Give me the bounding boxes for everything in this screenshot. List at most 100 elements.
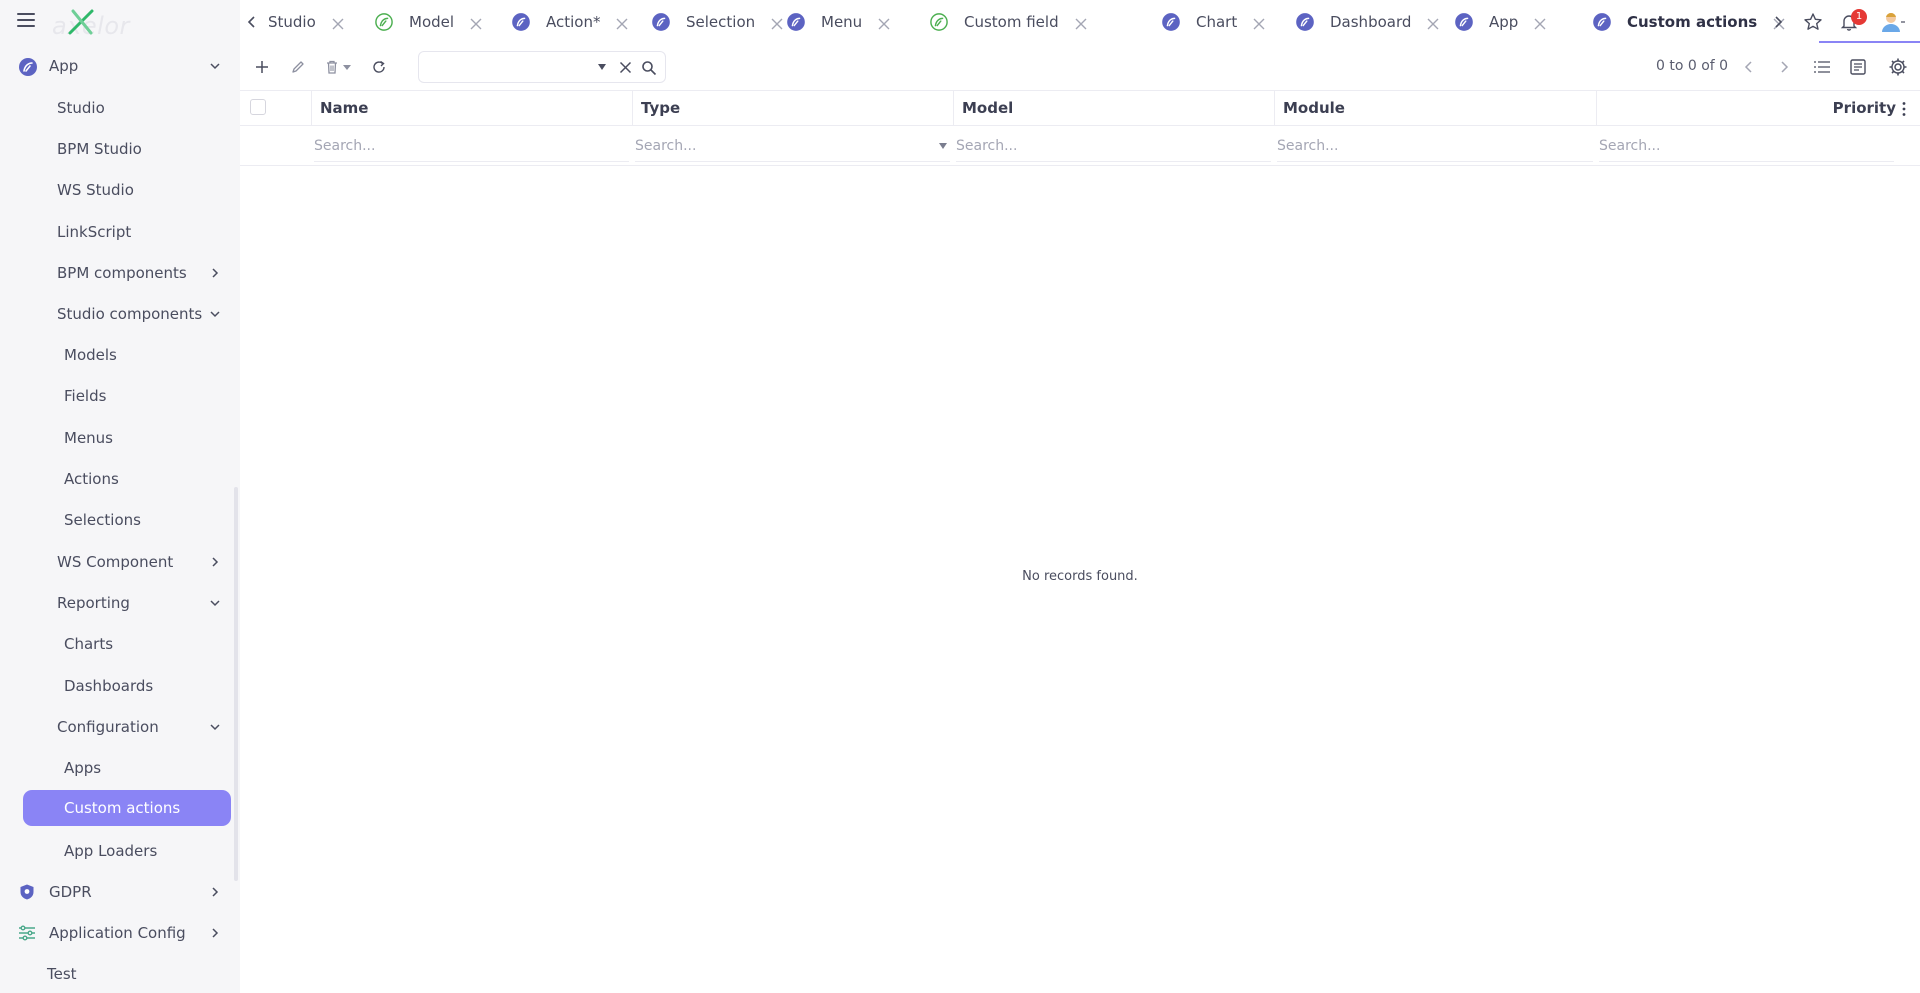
app-logo-icon (1296, 13, 1314, 31)
chevron-down-icon[interactable] (208, 596, 222, 610)
close-icon[interactable] (1253, 16, 1265, 30)
list-view-icon (1814, 61, 1830, 73)
tab-dashboard[interactable]: Dashboard (1296, 0, 1439, 44)
chevron-right-icon[interactable] (208, 555, 222, 569)
select-all-checkbox[interactable] (250, 99, 266, 115)
tab-studio[interactable]: Studio (268, 0, 344, 44)
chevron-down-icon[interactable] (208, 59, 222, 73)
sidebar-item-label: BPM Studio (57, 140, 142, 158)
sidebar-item-models[interactable]: Models (0, 337, 232, 373)
chevron-down-icon[interactable] (208, 307, 222, 321)
sidebar-item-menus[interactable]: Menus (0, 420, 232, 456)
chevron-right-icon[interactable] (208, 266, 222, 280)
column-header-module[interactable]: Module (1275, 91, 1597, 125)
close-icon[interactable] (1427, 16, 1439, 30)
brand-logo[interactable]: axelor (52, 6, 142, 40)
column-header-name[interactable]: Name (312, 91, 633, 125)
sidebar-item-studio-components[interactable]: Studio components (0, 296, 232, 332)
sidebar-item-test[interactable]: Test (0, 956, 232, 992)
settings-button[interactable] (1886, 55, 1910, 79)
tab-chart[interactable]: Chart (1162, 0, 1265, 44)
sidebar-item-application-config[interactable]: Application Config (0, 915, 232, 951)
favorites-star-icon[interactable] (1801, 10, 1825, 34)
next-page-button[interactable] (1772, 55, 1796, 79)
search-input[interactable] (427, 56, 587, 78)
close-icon[interactable] (1075, 16, 1087, 30)
sidebar-item-selections[interactable]: Selections (0, 502, 232, 538)
tabs-scroll-left-icon[interactable] (240, 10, 264, 34)
chevron-right-icon[interactable] (208, 885, 222, 899)
model-filter-input[interactable] (956, 130, 1271, 162)
sidebar-item-app-loaders[interactable]: App Loaders (0, 833, 232, 869)
tab-action[interactable]: Action* (512, 0, 628, 44)
sidebar-item-bpm-components[interactable]: BPM components (0, 255, 232, 291)
grid-header: Name Type Model Module Priority (240, 90, 1920, 126)
refresh-button[interactable] (367, 55, 391, 79)
tab-label: App (1489, 13, 1519, 31)
delete-dropdown-button[interactable] (340, 55, 354, 79)
new-record-button[interactable] (250, 55, 274, 79)
search-box (418, 51, 666, 83)
module-filter-input[interactable] (1277, 130, 1593, 162)
form-view-button[interactable] (1846, 55, 1870, 79)
sidebar-item-label: LinkScript (57, 223, 132, 241)
tab-app[interactable]: App (1455, 0, 1546, 44)
sidebar-item-charts[interactable]: Charts (0, 626, 232, 662)
sidebar-item-apps[interactable]: Apps (0, 750, 232, 786)
column-header-model[interactable]: Model (954, 91, 1275, 125)
tab-custom-actions[interactable]: Custom actions (1593, 0, 1785, 44)
plus-icon (256, 61, 268, 73)
column-header-priority[interactable]: Priority (1597, 91, 1920, 125)
search-filter-dropdown-icon[interactable] (597, 63, 607, 71)
filter-cell-name (314, 130, 629, 162)
type-filter-input[interactable] (635, 130, 950, 162)
type-filter-dropdown-icon[interactable] (938, 142, 948, 150)
close-icon[interactable] (332, 16, 344, 30)
sidebar-item-custom-actions[interactable]: Custom actions (23, 790, 231, 826)
priority-filter-input[interactable] (1599, 130, 1894, 162)
edit-record-button[interactable] (286, 55, 310, 79)
sliders-icon (18, 924, 36, 942)
list-view-button[interactable] (1810, 55, 1834, 79)
tab-selection[interactable]: Selection (652, 0, 783, 44)
tab-custom-field[interactable]: Custom field (930, 0, 1087, 44)
tab-model[interactable]: Model (375, 0, 482, 44)
sidebar-item-app[interactable]: App (0, 48, 232, 84)
name-filter-input[interactable] (314, 130, 629, 162)
filter-cell-model (956, 130, 1271, 162)
chevron-right-icon[interactable] (208, 926, 222, 940)
sidebar-item-actions[interactable]: Actions (0, 461, 232, 497)
sidebar-item-ws-studio[interactable]: WS Studio (0, 172, 232, 208)
sidebar-item-configuration[interactable]: Configuration (0, 709, 232, 745)
close-icon[interactable] (616, 16, 628, 30)
filter-cell-type (635, 130, 950, 162)
sidebar-item-ws-component[interactable]: WS Component (0, 544, 232, 580)
tab-menu[interactable]: Menu (787, 0, 890, 44)
user-avatar[interactable] (1876, 9, 1908, 35)
pencil-icon (292, 61, 304, 73)
sidebar-item-gdpr[interactable]: GDPR (0, 874, 232, 910)
close-icon[interactable] (470, 16, 482, 30)
sidebar-item-fields[interactable]: Fields (0, 378, 232, 414)
sidebar-item-reporting[interactable]: Reporting (0, 585, 232, 621)
chevron-down-icon[interactable] (208, 720, 222, 734)
column-header-type[interactable]: Type (633, 91, 954, 125)
close-icon[interactable] (878, 16, 890, 30)
sidebar-item-dashboards[interactable]: Dashboards (0, 668, 232, 704)
tab-label: Menu (821, 13, 863, 31)
sidebar-item-studio[interactable]: Studio (0, 90, 232, 126)
sidebar-item-label: App Loaders (64, 842, 158, 860)
sidebar-item-label: Fields (64, 387, 107, 405)
tabs-scroll-right-icon[interactable] (1766, 10, 1790, 34)
clear-search-icon[interactable] (619, 61, 632, 74)
sidebar-item-bpm-studio[interactable]: BPM Studio (0, 131, 232, 167)
column-menu-icon[interactable] (1902, 101, 1906, 117)
menu-toggle-icon[interactable] (17, 13, 35, 29)
close-icon[interactable] (1534, 16, 1546, 30)
close-icon[interactable] (771, 16, 783, 30)
sidebar-item-linkscript[interactable]: LinkScript (0, 214, 232, 250)
search-icon[interactable] (641, 60, 657, 76)
previous-page-button[interactable] (1737, 55, 1761, 79)
sidebar-scrollbar[interactable] (234, 487, 238, 881)
tab-label: Custom field (964, 13, 1059, 31)
